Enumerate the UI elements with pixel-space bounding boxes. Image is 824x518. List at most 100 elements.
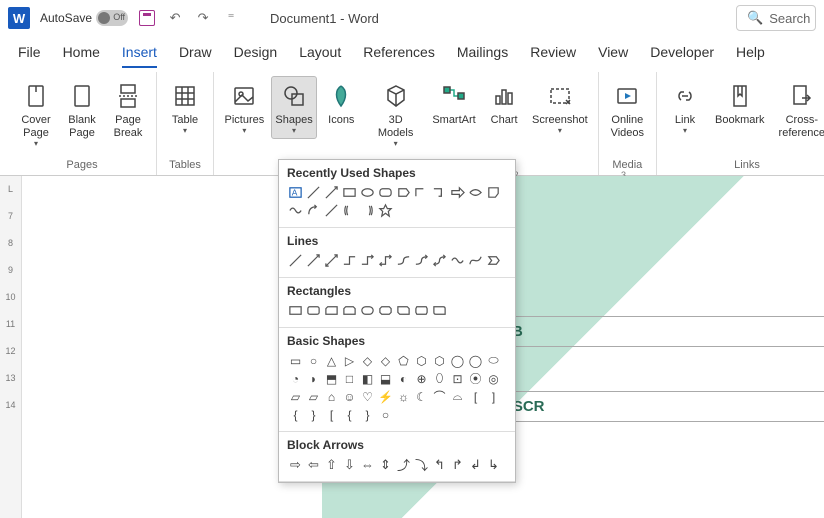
tab-file[interactable]: File	[18, 44, 41, 68]
shape-item[interactable]	[431, 302, 448, 319]
shape-item[interactable]	[341, 252, 358, 269]
shape-item[interactable]: ◗	[305, 370, 322, 387]
shape-item[interactable]	[359, 252, 376, 269]
shape-item[interactable]	[305, 252, 322, 269]
pictures-button[interactable]: Pictures▾	[220, 76, 269, 139]
shape-item[interactable]	[305, 202, 322, 219]
shape-item[interactable]: ◇	[377, 352, 394, 369]
shape-item[interactable]: ⌂	[323, 388, 340, 405]
shape-item[interactable]: [	[467, 388, 484, 405]
shape-item[interactable]: ⇕	[377, 456, 394, 473]
shape-item[interactable]	[467, 252, 484, 269]
shape-item[interactable]: ⊡	[449, 370, 466, 387]
shape-item[interactable]: ⇦	[305, 456, 322, 473]
shape-item[interactable]	[395, 184, 412, 201]
shape-item[interactable]: ⌒	[431, 388, 448, 405]
shape-item[interactable]: ◔	[287, 370, 304, 387]
shape-item[interactable]: {	[341, 406, 358, 423]
shape-item[interactable]	[485, 184, 502, 201]
tab-review[interactable]: Review	[530, 44, 576, 68]
shape-item[interactable]	[341, 302, 358, 319]
autosave-toggle[interactable]: AutoSave Off	[40, 10, 128, 26]
tab-home[interactable]: Home	[63, 44, 100, 68]
shape-item[interactable]	[323, 302, 340, 319]
shape-item[interactable]: ▷	[341, 352, 358, 369]
save-icon[interactable]	[138, 9, 156, 27]
bookmark-button[interactable]: Bookmark	[709, 76, 771, 131]
shape-item[interactable]: ⚡	[377, 388, 394, 405]
shape-item[interactable]	[467, 184, 484, 201]
shape-item[interactable]: ◧	[359, 370, 376, 387]
shapes-dropdown-menu[interactable]: Recently Used ShapesALinesRectanglesBasi…	[278, 159, 516, 483]
shape-item[interactable]: ⊕	[413, 370, 430, 387]
redo-icon[interactable]: ↷	[194, 9, 212, 27]
shape-item[interactable]	[341, 184, 358, 201]
shape-item[interactable]	[449, 184, 466, 201]
blank-page-button[interactable]: BlankPage	[60, 76, 104, 144]
shape-item[interactable]	[377, 202, 394, 219]
page-break-button[interactable]: PageBreak	[106, 76, 150, 144]
icons-button[interactable]: Icons	[319, 76, 363, 131]
online-videos-button[interactable]: OnlineVideos	[605, 76, 650, 144]
shape-item[interactable]	[413, 252, 430, 269]
shape-item[interactable]: ⤵	[413, 456, 430, 473]
tab-view[interactable]: View	[598, 44, 628, 68]
shape-item[interactable]	[287, 202, 304, 219]
shape-item[interactable]	[377, 302, 394, 319]
shape-item[interactable]: ⬒	[323, 370, 340, 387]
qat-customize-icon[interactable]: ⁼	[222, 9, 240, 27]
shape-item[interactable]: ⤴	[395, 456, 412, 473]
shape-item[interactable]: ☾	[413, 388, 430, 405]
shape-item[interactable]	[377, 184, 394, 201]
shape-item[interactable]: ↲	[467, 456, 484, 473]
shapes-button[interactable]: Shapes▾	[271, 76, 318, 139]
shape-item[interactable]	[359, 184, 376, 201]
tab-developer[interactable]: Developer	[650, 44, 714, 68]
shape-item[interactable]: {	[287, 406, 304, 423]
3d-models-button[interactable]: 3D Models▾	[365, 76, 426, 152]
shape-item[interactable]	[359, 302, 376, 319]
table-button[interactable]: Table▾	[163, 76, 207, 139]
shape-item[interactable]: ↱	[449, 456, 466, 473]
shape-item[interactable]	[431, 252, 448, 269]
shape-item[interactable]: A	[287, 184, 304, 201]
shape-item[interactable]: ⬡	[413, 352, 430, 369]
cover-page-button[interactable]: CoverPage▾	[14, 76, 58, 152]
tab-insert[interactable]: Insert	[122, 44, 157, 68]
shape-item[interactable]: ⦿	[467, 370, 484, 387]
shape-item[interactable]: △	[323, 352, 340, 369]
shape-item[interactable]	[323, 252, 340, 269]
shape-item[interactable]	[323, 202, 340, 219]
link-button[interactable]: Link▾	[663, 76, 707, 139]
search-input[interactable]: 🔍 Search	[736, 5, 816, 31]
shape-item[interactable]: ▱	[287, 388, 304, 405]
shape-item[interactable]: ⇨	[287, 456, 304, 473]
shape-item[interactable]	[305, 184, 322, 201]
shape-item[interactable]: ◐	[395, 370, 412, 387]
shape-item[interactable]: ↳	[485, 456, 502, 473]
shape-item[interactable]: ⬭	[485, 352, 502, 369]
shape-item[interactable]: ◎	[485, 370, 502, 387]
shape-item[interactable]	[305, 302, 322, 319]
cross-reference-button[interactable]: Cross-reference	[773, 76, 824, 144]
shape-item[interactable]: ▱	[305, 388, 322, 405]
shape-item[interactable]	[449, 252, 466, 269]
shape-item[interactable]: ◇	[359, 352, 376, 369]
shape-item[interactable]: ☼	[395, 388, 412, 405]
tab-draw[interactable]: Draw	[179, 44, 212, 68]
shape-item[interactable]: ○	[377, 406, 394, 423]
shape-item[interactable]: }	[305, 406, 322, 423]
shape-item[interactable]	[359, 202, 376, 219]
shape-item[interactable]: ⬠	[395, 352, 412, 369]
tab-mailings[interactable]: Mailings	[457, 44, 508, 68]
shape-item[interactable]: ▭	[287, 352, 304, 369]
shape-item[interactable]: ⇔	[359, 456, 376, 473]
shape-item[interactable]: ◯	[467, 352, 484, 369]
shape-item[interactable]: }	[359, 406, 376, 423]
shape-item[interactable]	[287, 252, 304, 269]
shape-item[interactable]: ♡	[359, 388, 376, 405]
shape-item[interactable]	[395, 302, 412, 319]
smartart-button[interactable]: SmartArt	[428, 76, 480, 131]
shape-item[interactable]: ⇧	[323, 456, 340, 473]
shape-item[interactable]	[341, 202, 358, 219]
